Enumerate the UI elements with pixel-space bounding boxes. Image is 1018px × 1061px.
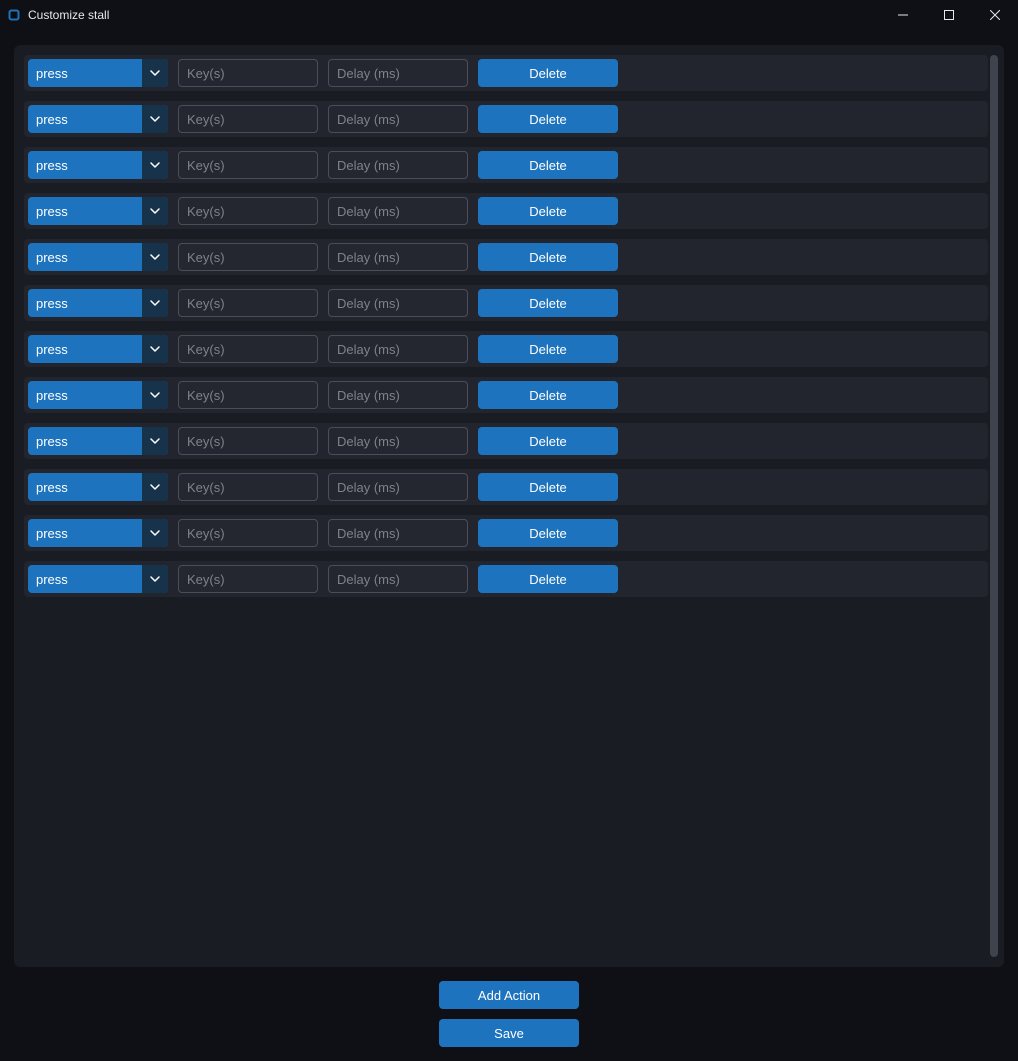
delete-button[interactable]: Delete [478,565,618,593]
delete-button[interactable]: Delete [478,105,618,133]
keys-input[interactable] [178,151,318,179]
keys-input[interactable] [178,289,318,317]
action-row: press Delete [24,377,988,413]
delete-button[interactable]: Delete [478,519,618,547]
action-type-dropdown[interactable]: press [28,519,168,547]
keys-input[interactable] [178,335,318,363]
delay-input[interactable] [328,473,468,501]
chevron-down-icon [142,197,168,225]
keys-input[interactable] [178,427,318,455]
actions-panel: press Delete press Delete press Delete press De… [14,45,1004,967]
delete-button[interactable]: Delete [478,473,618,501]
delay-input[interactable] [328,151,468,179]
delay-input[interactable] [328,197,468,225]
action-row: press Delete [24,147,988,183]
action-row: press Delete [24,515,988,551]
action-type-dropdown[interactable]: press [28,243,168,271]
action-row: press Delete [24,285,988,321]
delete-button[interactable]: Delete [478,151,618,179]
window-controls [880,0,1018,30]
save-button[interactable]: Save [439,1019,579,1047]
action-type-dropdown[interactable]: press [28,381,168,409]
footer-buttons: Add Action Save [14,967,1004,1047]
titlebar: Customize stall [0,0,1018,30]
action-type-dropdown[interactable]: press [28,473,168,501]
keys-input[interactable] [178,59,318,87]
chevron-down-icon [142,381,168,409]
maximize-button[interactable] [926,0,972,30]
action-type-dropdown[interactable]: press [28,59,168,87]
delay-input[interactable] [328,289,468,317]
action-type-dropdown[interactable]: press [28,427,168,455]
delete-button[interactable]: Delete [478,427,618,455]
delay-input[interactable] [328,243,468,271]
action-type-dropdown[interactable]: press [28,289,168,317]
chevron-down-icon [142,289,168,317]
window-title: Customize stall [28,8,880,22]
app-icon [6,7,22,23]
keys-input[interactable] [178,105,318,133]
chevron-down-icon [142,427,168,455]
action-row: press Delete [24,561,988,597]
delay-input[interactable] [328,335,468,363]
chevron-down-icon [142,335,168,363]
minimize-button[interactable] [880,0,926,30]
action-type-dropdown[interactable]: press [28,565,168,593]
chevron-down-icon [142,473,168,501]
keys-input[interactable] [178,243,318,271]
delete-button[interactable]: Delete [478,59,618,87]
delay-input[interactable] [328,105,468,133]
scrollbar[interactable] [990,55,998,957]
keys-input[interactable] [178,381,318,409]
delay-input[interactable] [328,427,468,455]
action-row: press Delete [24,423,988,459]
action-type-dropdown[interactable]: press [28,105,168,133]
delete-button[interactable]: Delete [478,289,618,317]
chevron-down-icon [142,59,168,87]
delete-button[interactable]: Delete [478,335,618,363]
action-type-dropdown[interactable]: press [28,335,168,363]
close-button[interactable] [972,0,1018,30]
action-row: press Delete [24,55,988,91]
delete-button[interactable]: Delete [478,381,618,409]
action-row: press Delete [24,469,988,505]
action-type-dropdown[interactable]: press [28,151,168,179]
action-row: press Delete [24,331,988,367]
delay-input[interactable] [328,565,468,593]
delete-button[interactable]: Delete [478,243,618,271]
chevron-down-icon [142,519,168,547]
chevron-down-icon [142,243,168,271]
delay-input[interactable] [328,59,468,87]
add-action-button[interactable]: Add Action [439,981,579,1009]
delete-button[interactable]: Delete [478,197,618,225]
chevron-down-icon [142,151,168,179]
delay-input[interactable] [328,519,468,547]
actions-list: press Delete press Delete press Delete press De… [24,55,988,957]
keys-input[interactable] [178,519,318,547]
action-type-dropdown[interactable]: press [28,197,168,225]
delay-input[interactable] [328,381,468,409]
content-wrap: press Delete press Delete press Delete press De… [0,30,1018,1061]
chevron-down-icon [142,105,168,133]
keys-input[interactable] [178,473,318,501]
action-row: press Delete [24,101,988,137]
keys-input[interactable] [178,565,318,593]
action-row: press Delete [24,193,988,229]
action-row: press Delete [24,239,988,275]
keys-input[interactable] [178,197,318,225]
chevron-down-icon [142,565,168,593]
